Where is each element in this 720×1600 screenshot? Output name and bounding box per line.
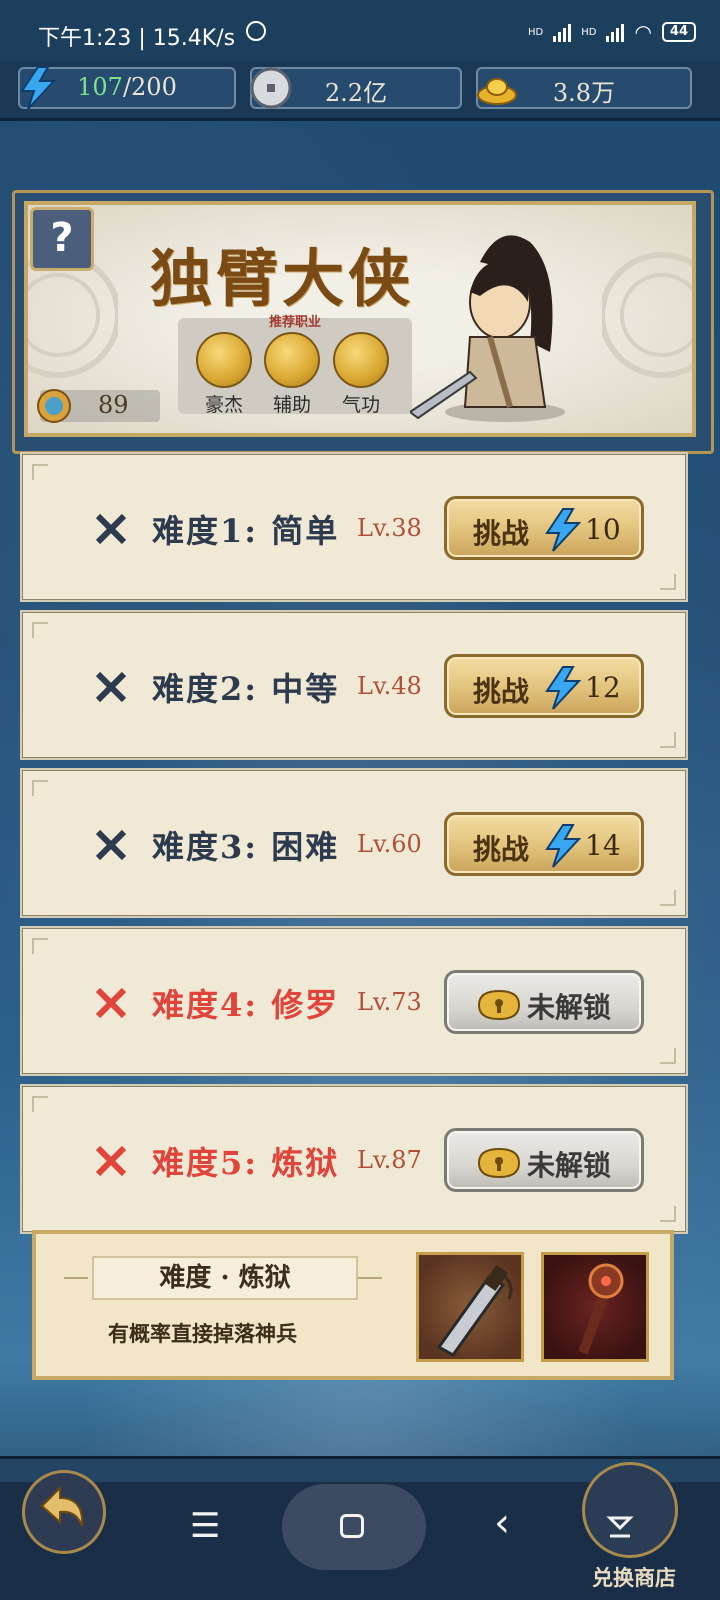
status-icons: HD HD ◠ 44 bbox=[528, 20, 696, 44]
challenge-cost: 12 bbox=[585, 671, 621, 704]
alarm-icon bbox=[246, 21, 266, 41]
reward-panel: 难度 · 炼狱 有概率直接掉落神兵 bbox=[32, 1230, 674, 1380]
challenge-label: 挑战 bbox=[473, 833, 530, 866]
shop-label: 兑换商店 bbox=[592, 1565, 676, 1590]
battery-icon: 44 bbox=[661, 22, 696, 42]
dragon-emblem-icon bbox=[37, 389, 71, 423]
signal-icon-2 bbox=[606, 22, 625, 42]
challenge-button-2[interactable]: 挑战 12 bbox=[444, 654, 644, 718]
signal-icon-1 bbox=[553, 22, 572, 42]
difficulty-title: 难度3: 困难 bbox=[152, 828, 340, 866]
crossed-swords-icon bbox=[95, 1145, 127, 1177]
crossed-swords-icon bbox=[95, 829, 127, 861]
gold-resource[interactable]: 3.8万 bbox=[476, 67, 692, 109]
resource-bar: 107/200 2.2亿 3.8万 bbox=[0, 62, 720, 121]
recommended-jobs-label: 推荐职业 bbox=[268, 315, 321, 330]
job-name: 豪杰 bbox=[204, 394, 243, 416]
lotus-job-icon bbox=[264, 332, 320, 388]
lock-icon bbox=[477, 989, 521, 1021]
crossed-swords-icon bbox=[95, 671, 127, 703]
ime-icon[interactable] bbox=[606, 1508, 634, 1542]
boss-level: 89 bbox=[98, 391, 129, 419]
lock-icon bbox=[477, 1147, 521, 1179]
job-support[interactable]: 辅助 bbox=[264, 332, 320, 417]
lightning-icon bbox=[545, 824, 582, 868]
status-time-network: 下午1:23 | 15.4K/s bbox=[38, 26, 236, 51]
boss-name: 独臂大侠 bbox=[150, 242, 415, 315]
hero-job-icon bbox=[196, 332, 252, 388]
reward-item-staff[interactable] bbox=[541, 1252, 649, 1362]
hd-label-2: HD bbox=[581, 26, 597, 38]
challenge-cost: 10 bbox=[585, 513, 621, 546]
challenge-button-1[interactable]: 挑战 10 bbox=[444, 496, 644, 560]
swirl-job-icon bbox=[333, 332, 389, 388]
lightning-icon bbox=[545, 666, 582, 710]
difficulty-level: Lv.73 bbox=[357, 988, 422, 1016]
demon-staff-icon bbox=[578, 1263, 624, 1355]
gold-value: 3.8万 bbox=[552, 79, 616, 107]
difficulty-level: Lv.87 bbox=[357, 1146, 422, 1174]
job-hero[interactable]: 豪杰 bbox=[196, 332, 252, 417]
coins-value: 2.2亿 bbox=[324, 79, 388, 107]
job-name: 辅助 bbox=[272, 394, 311, 416]
challenge-cost: 14 bbox=[585, 829, 621, 862]
challenge-label: 挑战 bbox=[473, 675, 530, 708]
back-button[interactable] bbox=[22, 1470, 106, 1554]
difficulty-card-5: 难度5: 炼狱 Lv.87 未解锁 bbox=[20, 1084, 688, 1234]
difficulty-title: 难度4: 修罗 bbox=[152, 986, 340, 1024]
crossed-swords-icon bbox=[95, 513, 127, 545]
reward-item-sword[interactable] bbox=[416, 1252, 524, 1362]
coin-resource[interactable]: 2.2亿 bbox=[250, 67, 462, 109]
nav-back-icon[interactable]: ‹ bbox=[494, 1500, 510, 1546]
hd-label-1: HD bbox=[527, 26, 544, 38]
locked-button-4[interactable]: 未解锁 bbox=[444, 970, 644, 1034]
locked-button-5[interactable]: 未解锁 bbox=[444, 1128, 644, 1192]
menu-icon[interactable]: ☰ bbox=[190, 1506, 220, 1546]
difficulty-level: Lv.60 bbox=[357, 830, 422, 858]
energy-current: 107 bbox=[77, 73, 123, 101]
wifi-icon: ◠ bbox=[634, 20, 652, 44]
difficulty-level: Lv.38 bbox=[357, 514, 422, 542]
challenge-button-3[interactable]: 挑战 14 bbox=[444, 812, 644, 876]
status-bar: 下午1:23 | 15.4K/s HD HD ◠ 44 bbox=[0, 0, 720, 62]
job-qigong[interactable]: 气功 bbox=[333, 332, 389, 417]
difficulty-card-3: 难度3: 困难 Lv.60 挑战 14 bbox=[20, 768, 688, 918]
lightning-icon bbox=[545, 508, 582, 552]
difficulty-title: 难度5: 炼狱 bbox=[152, 1144, 340, 1182]
reward-title: 难度 · 炼狱 bbox=[92, 1256, 358, 1300]
difficulty-card-1: 难度1: 简单 Lv.38 挑战 10 bbox=[20, 452, 688, 602]
energy-max: /200 bbox=[122, 73, 177, 101]
crossed-swords-icon bbox=[95, 987, 127, 1019]
difficulty-title: 难度1: 简单 bbox=[152, 512, 340, 550]
back-arrow-icon bbox=[40, 1485, 84, 1527]
difficulty-title: 难度2: 中等 bbox=[152, 670, 340, 708]
reward-description: 有概率直接掉落神兵 bbox=[108, 1321, 297, 1346]
broad-sword-icon bbox=[436, 1264, 513, 1357]
home-button[interactable] bbox=[282, 1484, 426, 1570]
difficulty-level: Lv.48 bbox=[357, 672, 422, 700]
difficulty-card-2: 难度2: 中等 Lv.48 挑战 12 bbox=[20, 610, 688, 760]
one-armed-swordsman-portrait bbox=[410, 235, 565, 422]
challenge-label: 挑战 bbox=[473, 517, 530, 550]
difficulty-card-4: 难度4: 修罗 Lv.73 未解锁 bbox=[20, 926, 688, 1076]
home-square-icon bbox=[340, 1514, 364, 1538]
energy-resource[interactable]: 107/200 bbox=[18, 66, 236, 110]
decor-line-left bbox=[64, 1277, 88, 1279]
cloud-pattern-right bbox=[602, 252, 692, 378]
locked-label: 未解锁 bbox=[527, 1149, 612, 1182]
locked-label: 未解锁 bbox=[527, 991, 612, 1024]
decor-line-right bbox=[358, 1277, 382, 1279]
exchange-shop-button[interactable]: 兑换商店 bbox=[574, 1462, 694, 1590]
job-name: 气功 bbox=[341, 394, 380, 416]
help-button[interactable]: ? bbox=[30, 207, 94, 271]
